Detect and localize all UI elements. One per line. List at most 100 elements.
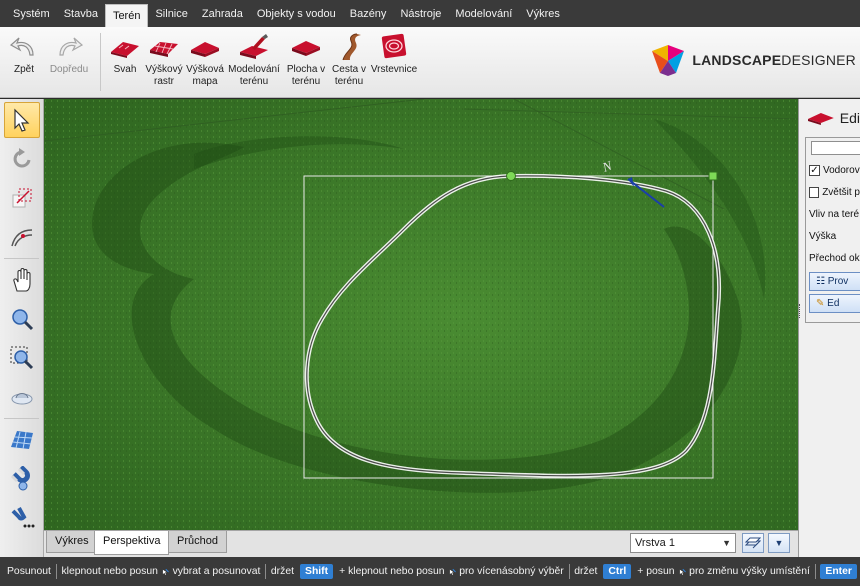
terrain-path-icon	[332, 33, 366, 61]
rotation-handle[interactable]	[506, 171, 516, 181]
menu-teren[interactable]: Terén	[104, 3, 149, 28]
tool-plocha-v-terenu-label-1: Plocha v	[286, 64, 326, 75]
status-hint-6: držet	[574, 566, 598, 577]
status-divider	[814, 564, 816, 579]
zoom-window-icon	[10, 346, 34, 370]
status-hint-7: + posun	[637, 566, 675, 577]
tool-modelovani-terenu-label-2: terénu	[239, 76, 269, 87]
zoom-window-tool-button[interactable]	[4, 340, 40, 376]
landscape-designer-logo-icon	[652, 45, 685, 76]
orbit-icon	[11, 393, 33, 405]
ctrl-key-badge: Ctrl	[603, 564, 632, 579]
menu-bazeny[interactable]: Bazény	[343, 4, 394, 24]
magnet-icon	[10, 466, 30, 491]
layers-icon	[745, 537, 761, 549]
chevron-down-icon: ▼	[774, 538, 784, 548]
status-divider	[55, 564, 57, 579]
menu-system[interactable]: Systém	[6, 4, 57, 24]
left-toolbar	[0, 99, 44, 557]
layers-button[interactable]	[742, 533, 764, 553]
resize-handle[interactable]	[708, 171, 718, 181]
tool-vyskovy-rastr-label-1: Výškový	[145, 64, 183, 75]
more-tools-button[interactable]	[4, 500, 40, 536]
undo-button[interactable]: Zpět	[4, 27, 44, 76]
3d-viewport[interactable]: N	[44, 99, 798, 530]
redo-label: Dopředu	[49, 64, 89, 75]
status-divider	[568, 564, 570, 579]
menu-objekty-s-vodou[interactable]: Objekty s vodou	[250, 4, 343, 24]
cursor-drag-icon	[162, 568, 169, 576]
tab-perspektiva[interactable]: Perspektiva	[94, 531, 170, 555]
tool-svah-label: Svah	[113, 64, 137, 75]
undo-label: Zpět	[13, 64, 34, 75]
panel-splitter-grip[interactable]	[799, 304, 802, 318]
curve-tool-button[interactable]	[4, 219, 40, 255]
tool-plocha-v-terenu-button[interactable]: Plocha v terénu	[283, 27, 329, 88]
tool-cesta-v-terenu-button[interactable]: Cesta v terénu	[329, 27, 369, 88]
tool-plocha-v-terenu-label-2: terénu	[291, 76, 321, 87]
tool-vyskova-mapa-label-2: mapa	[192, 76, 218, 87]
chevron-down-icon: ▼	[722, 538, 731, 548]
tool-modelovani-terenu-label-1: Modelování	[228, 64, 280, 75]
cursor-drag-icon	[448, 568, 456, 576]
status-hint-3: držet	[270, 566, 295, 577]
view-tabs-bar: Výkres Perspektiva Průchod Vrstva 1 ▼ ▼	[44, 530, 798, 557]
more-tools-icon	[11, 507, 35, 528]
layers-dropdown-button[interactable]: ▼	[768, 533, 790, 553]
zoom-icon	[12, 309, 34, 331]
cursor-drag-icon	[678, 568, 686, 576]
tool-svah-button[interactable]: Svah	[107, 27, 143, 76]
tool-vyskova-mapa-button[interactable]: Výšková mapa	[185, 27, 225, 88]
menu-silnice[interactable]: Silnice	[148, 4, 194, 24]
ribbon-separator	[100, 33, 101, 91]
tool-cesta-v-terenu-label-1: Cesta v	[332, 64, 366, 75]
status-hint-5: pro vícenásobný výběr	[459, 566, 564, 577]
contour-icon	[377, 33, 411, 61]
rotate-tool-button[interactable]	[4, 141, 40, 177]
curve-edit-icon	[11, 229, 33, 247]
resize-icon	[12, 188, 32, 208]
height-map-icon	[188, 33, 222, 61]
tab-pruchod[interactable]: Průchod	[168, 531, 227, 553]
layer-select-value: Vrstva 1	[635, 537, 675, 549]
tool-vyskovy-rastr-button[interactable]: Výškový rastr	[143, 27, 185, 88]
terrain-modeling-icon	[237, 33, 271, 61]
tool-vrstevnice-label: Vrstevnice	[370, 64, 418, 75]
status-divider	[265, 564, 266, 579]
panel-title: Edi	[839, 110, 860, 126]
terrain-area-icon	[807, 113, 834, 125]
snap-tool-button[interactable]	[4, 461, 40, 497]
logo-text: LANDSCAPEDESIGNER	[692, 52, 856, 68]
ribbon-toolbar: Zpět Dopředu Svah Výškový rastr Výšková …	[0, 27, 860, 98]
select-tool-button[interactable]	[4, 102, 40, 138]
menu-zahrada[interactable]: Zahrada	[195, 4, 250, 24]
tool-vrstevnice-button[interactable]: Vrstevnice	[369, 27, 419, 76]
status-hint-8: pro změnu výšky umístění	[689, 566, 810, 577]
layer-select[interactable]: Vrstva 1 ▼	[630, 533, 736, 553]
app-logo: LANDSCAPEDESIGNER	[650, 43, 856, 77]
tool-modelovani-terenu-button[interactable]: Modelování terénu	[225, 27, 283, 88]
pan-tool-button[interactable]	[4, 262, 40, 298]
terrain-scene[interactable]: N	[44, 99, 798, 530]
menu-stavba[interactable]: Stavba	[57, 4, 105, 24]
orbit-tool-button[interactable]	[4, 379, 40, 415]
resize-tool-button[interactable]	[4, 180, 40, 216]
menu-vykres[interactable]: Výkres	[519, 4, 567, 24]
rotate-icon	[13, 148, 31, 168]
grid-tool-button[interactable]	[4, 422, 40, 458]
pan-hand-icon	[13, 267, 31, 292]
menu-modelovani[interactable]: Modelování	[448, 4, 519, 24]
tool-cesta-v-terenu-label-2: terénu	[334, 76, 364, 87]
enter-key-badge: Enter	[820, 564, 857, 579]
zoom-tool-button[interactable]	[4, 301, 40, 337]
status-hint-1: klepnout nebo posun	[61, 566, 158, 577]
height-grid-icon	[147, 33, 181, 61]
redo-button[interactable]: Dopředu	[44, 27, 94, 76]
slope-icon	[108, 33, 142, 61]
tab-vykres[interactable]: Výkres	[46, 531, 98, 553]
menu-nastroje[interactable]: Nástroje	[393, 4, 448, 24]
terrain-area-icon	[289, 33, 323, 61]
grid-icon	[11, 431, 33, 450]
status-hint-2: vybrat a posunovat	[172, 566, 261, 577]
select-arrow-icon	[14, 108, 30, 132]
